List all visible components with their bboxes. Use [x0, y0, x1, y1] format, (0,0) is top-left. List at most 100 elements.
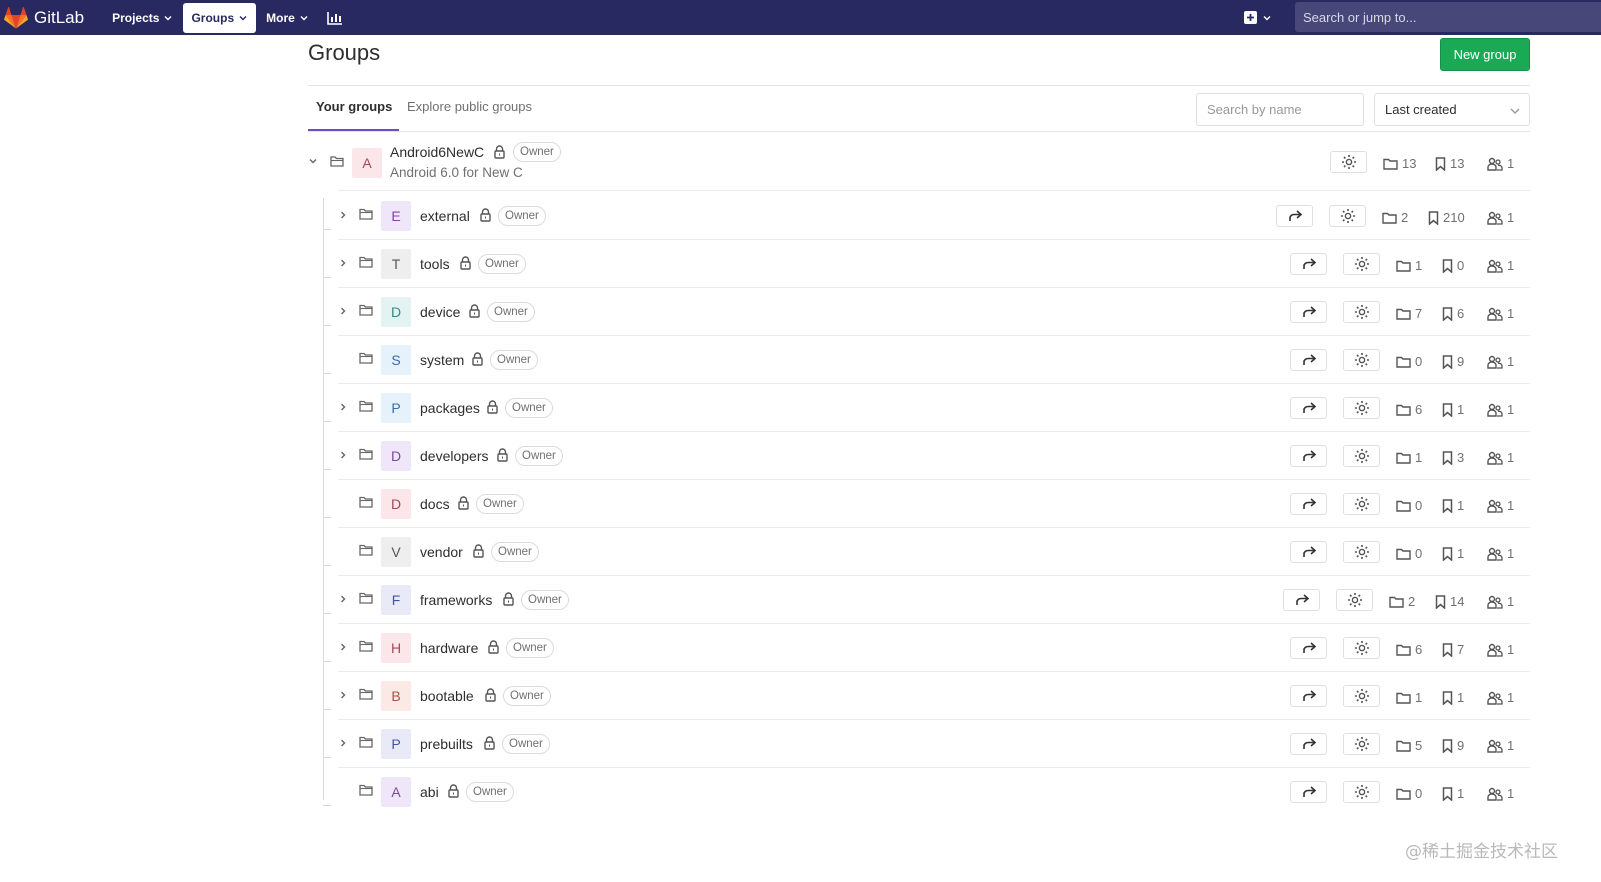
sort-dropdown[interactable]: Last created: [1374, 93, 1530, 126]
transfer-group-button[interactable]: [1276, 205, 1313, 227]
group-settings-button[interactable]: [1343, 541, 1380, 563]
bookmark-icon: [1428, 210, 1439, 225]
transfer-group-button[interactable]: [1290, 781, 1327, 803]
lock-icon: [460, 256, 471, 270]
transfer-group-button[interactable]: [1290, 493, 1327, 515]
transfer-group-button[interactable]: [1290, 637, 1327, 659]
group-name-link[interactable]: system: [420, 352, 464, 368]
bar-chart-icon: [326, 11, 342, 25]
group-avatar-letter: T: [391, 256, 401, 272]
gear-icon: [1354, 497, 1369, 511]
members-count-value: 1: [1507, 498, 1515, 513]
lock-icon: [472, 352, 483, 366]
group-name-link[interactable]: prebuilts: [420, 736, 473, 752]
group-settings-button[interactable]: [1343, 493, 1380, 515]
transfer-group-button[interactable]: [1290, 733, 1327, 755]
group-settings-button[interactable]: [1343, 253, 1380, 275]
nav-projects-dropdown[interactable]: Projects: [104, 0, 181, 35]
chevron-right-icon[interactable]: [338, 210, 348, 220]
group-name-link[interactable]: docs: [420, 496, 450, 512]
subgroups-count: 1: [1396, 690, 1422, 705]
transfer-group-button[interactable]: [1290, 541, 1327, 563]
members-count: 1: [1487, 690, 1514, 705]
transfer-group-button[interactable]: [1290, 301, 1327, 323]
lock-icon: [448, 784, 459, 798]
group-settings-button[interactable]: [1343, 685, 1380, 707]
gear-icon: [1354, 353, 1369, 367]
nav-groups-dropdown[interactable]: Groups: [183, 2, 257, 33]
group-name-link[interactable]: abi: [420, 784, 439, 800]
chevron-right-icon[interactable]: [338, 594, 348, 604]
chevron-right-icon[interactable]: [338, 738, 348, 748]
group-settings-button[interactable]: [1343, 637, 1380, 659]
group-name-link[interactable]: Android6NewC: [390, 144, 484, 160]
group-name-link[interactable]: packages: [420, 400, 480, 416]
group-settings-button[interactable]: [1330, 151, 1367, 173]
chevron-right-icon[interactable]: [338, 450, 348, 460]
tab-explore-public-groups[interactable]: Explore public groups: [407, 99, 532, 114]
nav-activity-chart-link[interactable]: [319, 0, 351, 35]
share-arrow-icon: [1302, 258, 1316, 269]
group-avatar-letter: S: [391, 352, 401, 368]
share-arrow-icon: [1288, 210, 1302, 221]
members-count: 1: [1487, 546, 1514, 561]
new-item-dropdown[interactable]: [1244, 0, 1272, 35]
group-name-link[interactable]: tools: [420, 256, 450, 272]
group-name-link[interactable]: frameworks: [420, 592, 492, 608]
new-group-button[interactable]: New group: [1440, 38, 1530, 71]
chevron-right-icon[interactable]: [338, 690, 348, 700]
chevron-right-icon[interactable]: [338, 642, 348, 652]
folder-icon: [359, 784, 373, 796]
chevron-right-icon[interactable]: [338, 402, 348, 412]
chevron-down-icon[interactable]: [308, 156, 318, 166]
group-avatar: S: [381, 345, 411, 375]
group-settings-button[interactable]: [1343, 397, 1380, 419]
group-settings-button[interactable]: [1343, 733, 1380, 755]
role-badge: Owner: [498, 206, 546, 226]
transfer-group-button[interactable]: [1283, 589, 1320, 611]
transfer-group-button[interactable]: [1290, 253, 1327, 275]
chevron-right-icon[interactable]: [338, 306, 348, 316]
group-settings-button[interactable]: [1336, 589, 1373, 611]
group-settings-button[interactable]: [1343, 349, 1380, 371]
bookmark-icon: [1435, 156, 1446, 171]
subgroups-count: 6: [1396, 402, 1422, 417]
transfer-group-button[interactable]: [1290, 349, 1327, 371]
members-count-value: 1: [1507, 786, 1515, 801]
projects-count: 1: [1442, 690, 1464, 705]
transfer-group-button[interactable]: [1290, 397, 1327, 419]
chevron-right-icon[interactable]: [338, 258, 348, 268]
group-name-link[interactable]: bootable: [420, 688, 474, 704]
transfer-group-button[interactable]: [1290, 685, 1327, 707]
group-settings-button[interactable]: [1329, 205, 1366, 227]
group-settings-button[interactable]: [1343, 445, 1380, 467]
subgroups-count-value: 1: [1415, 690, 1423, 705]
tab-your-groups[interactable]: Your groups: [316, 99, 392, 114]
group-name-link[interactable]: vendor: [420, 544, 463, 560]
group-avatar: T: [381, 249, 411, 279]
bookmark-icon: [1442, 642, 1453, 657]
group-settings-button[interactable]: [1343, 301, 1380, 323]
group-name-link[interactable]: device: [420, 304, 460, 320]
role-badge: Owner: [503, 686, 551, 706]
subgroups-count: 2: [1389, 594, 1415, 609]
folder-icon: [359, 544, 373, 556]
role-badge: Owner: [466, 782, 514, 802]
gitlab-home-link[interactable]: GitLab: [4, 0, 84, 35]
bookmark-icon: [1442, 690, 1453, 705]
folder-icon: [1396, 500, 1411, 512]
group-name-link[interactable]: external: [420, 208, 470, 224]
folder-icon: [1396, 788, 1411, 800]
search-by-name-input[interactable]: [1196, 93, 1364, 126]
global-search-input[interactable]: Search or jump to...: [1295, 2, 1601, 32]
group-name-link[interactable]: hardware: [420, 640, 478, 656]
projects-count-value: 13: [1450, 156, 1465, 171]
transfer-group-button[interactable]: [1290, 445, 1327, 467]
chevron-down-icon: [164, 15, 172, 20]
nav-more-dropdown[interactable]: More: [258, 0, 317, 35]
projects-count-value: 9: [1457, 738, 1465, 753]
group-name-link[interactable]: developers: [420, 448, 489, 464]
members-count: 1: [1487, 306, 1514, 321]
group-avatar-letter: P: [391, 400, 401, 416]
group-settings-button[interactable]: [1343, 781, 1380, 803]
